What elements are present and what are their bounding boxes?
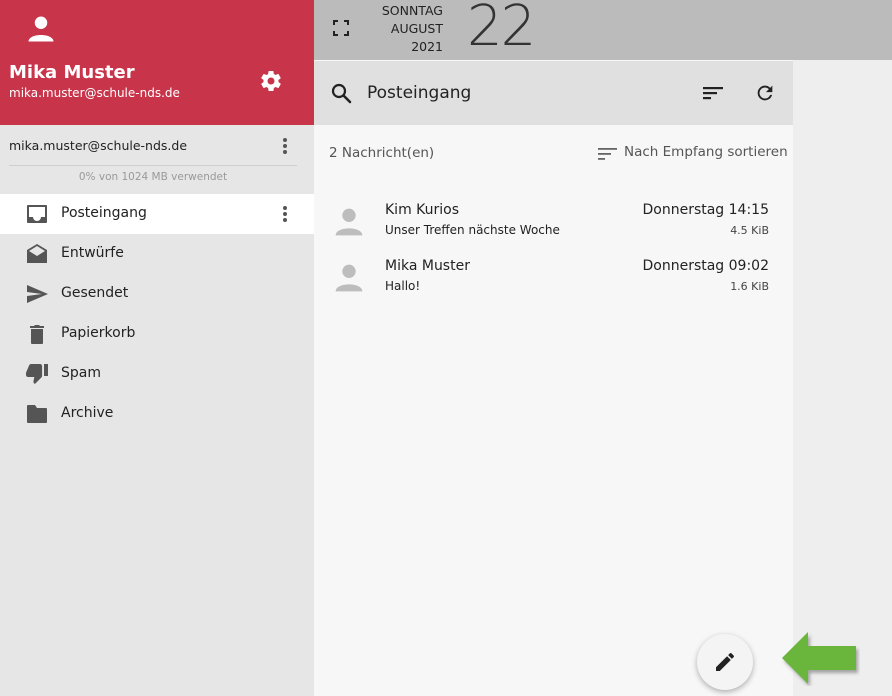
more-vert-icon[interactable]	[275, 204, 295, 224]
refresh-icon[interactable]	[754, 82, 776, 104]
trash-icon	[30, 325, 44, 344]
folder-drafts[interactable]: Entwürfe	[0, 234, 314, 274]
person-icon	[335, 208, 363, 236]
message-date: Donnerstag 09:02	[642, 258, 769, 274]
profile-email: mika.muster@schule-nds.de	[9, 86, 180, 100]
date-month: AUGUST	[390, 21, 443, 36]
compose-button[interactable]	[697, 634, 753, 690]
folder-label: Papierkorb	[61, 325, 136, 341]
profile-header: Mika Muster mika.muster@schule-nds.de	[0, 0, 314, 125]
account-email: mika.muster@schule-nds.de	[9, 138, 188, 153]
person-icon	[335, 264, 363, 292]
message-count: 2 Nachricht(en)	[329, 145, 435, 161]
date-text: SONNTAG AUGUST 2021	[382, 2, 443, 56]
folder-inbox[interactable]: Posteingang	[0, 194, 314, 234]
message-row[interactable]: Kim Kurios Unser Treffen nächste Woche D…	[314, 196, 793, 252]
folder-spam[interactable]: Spam	[0, 354, 314, 394]
profile-name: Mika Muster	[9, 62, 135, 83]
search-icon[interactable]	[330, 82, 352, 104]
message-sender: Kim Kurios	[385, 202, 460, 218]
sort-icon	[598, 148, 617, 160]
person-icon	[28, 16, 54, 42]
thumb-down-icon	[26, 364, 48, 384]
arrow-icon	[782, 632, 856, 684]
pencil-icon	[716, 652, 735, 671]
message-size: 4.5 KiB	[730, 224, 769, 237]
sort-icon[interactable]	[702, 83, 724, 103]
folder-label: Posteingang	[61, 205, 147, 221]
message-row[interactable]: Mika Muster Hallo! Donnerstag 09:02 1.6 …	[314, 252, 793, 308]
message-date: Donnerstag 14:15	[642, 202, 769, 218]
folder-sent[interactable]: Gesendet	[0, 274, 314, 314]
sort-label: Nach Empfang sortieren	[624, 144, 788, 160]
folder-label: Entwürfe	[61, 245, 124, 261]
folder-label: Archive	[61, 405, 114, 421]
drafts-icon	[27, 244, 47, 263]
divider	[9, 165, 297, 166]
quota-text: 0% von 1024 MB verwendet	[78, 171, 228, 183]
gear-icon[interactable]	[259, 69, 283, 93]
message-size: 1.6 KiB	[730, 280, 769, 293]
more-vert-icon[interactable]	[275, 136, 295, 156]
inbox-icon	[27, 205, 47, 223]
folder-trash[interactable]: Papierkorb	[0, 314, 314, 354]
message-subject: Hallo!	[385, 279, 421, 293]
send-icon	[27, 285, 48, 303]
folder-label: Spam	[61, 365, 101, 381]
date-day: 22	[467, 0, 536, 59]
date-year: 2021	[411, 39, 443, 54]
folder-label: Gesendet	[61, 285, 129, 301]
message-sender: Mika Muster	[385, 258, 470, 274]
message-subject: Unser Treffen nächste Woche	[385, 223, 560, 237]
date-weekday: SONNTAG	[381, 3, 443, 18]
reading-pane	[793, 60, 892, 696]
folder-archive[interactable]: Archive	[0, 394, 314, 434]
mailbox-title: Posteingang	[367, 83, 472, 103]
fullscreen-icon[interactable]	[333, 20, 349, 36]
folder-icon	[27, 405, 47, 423]
